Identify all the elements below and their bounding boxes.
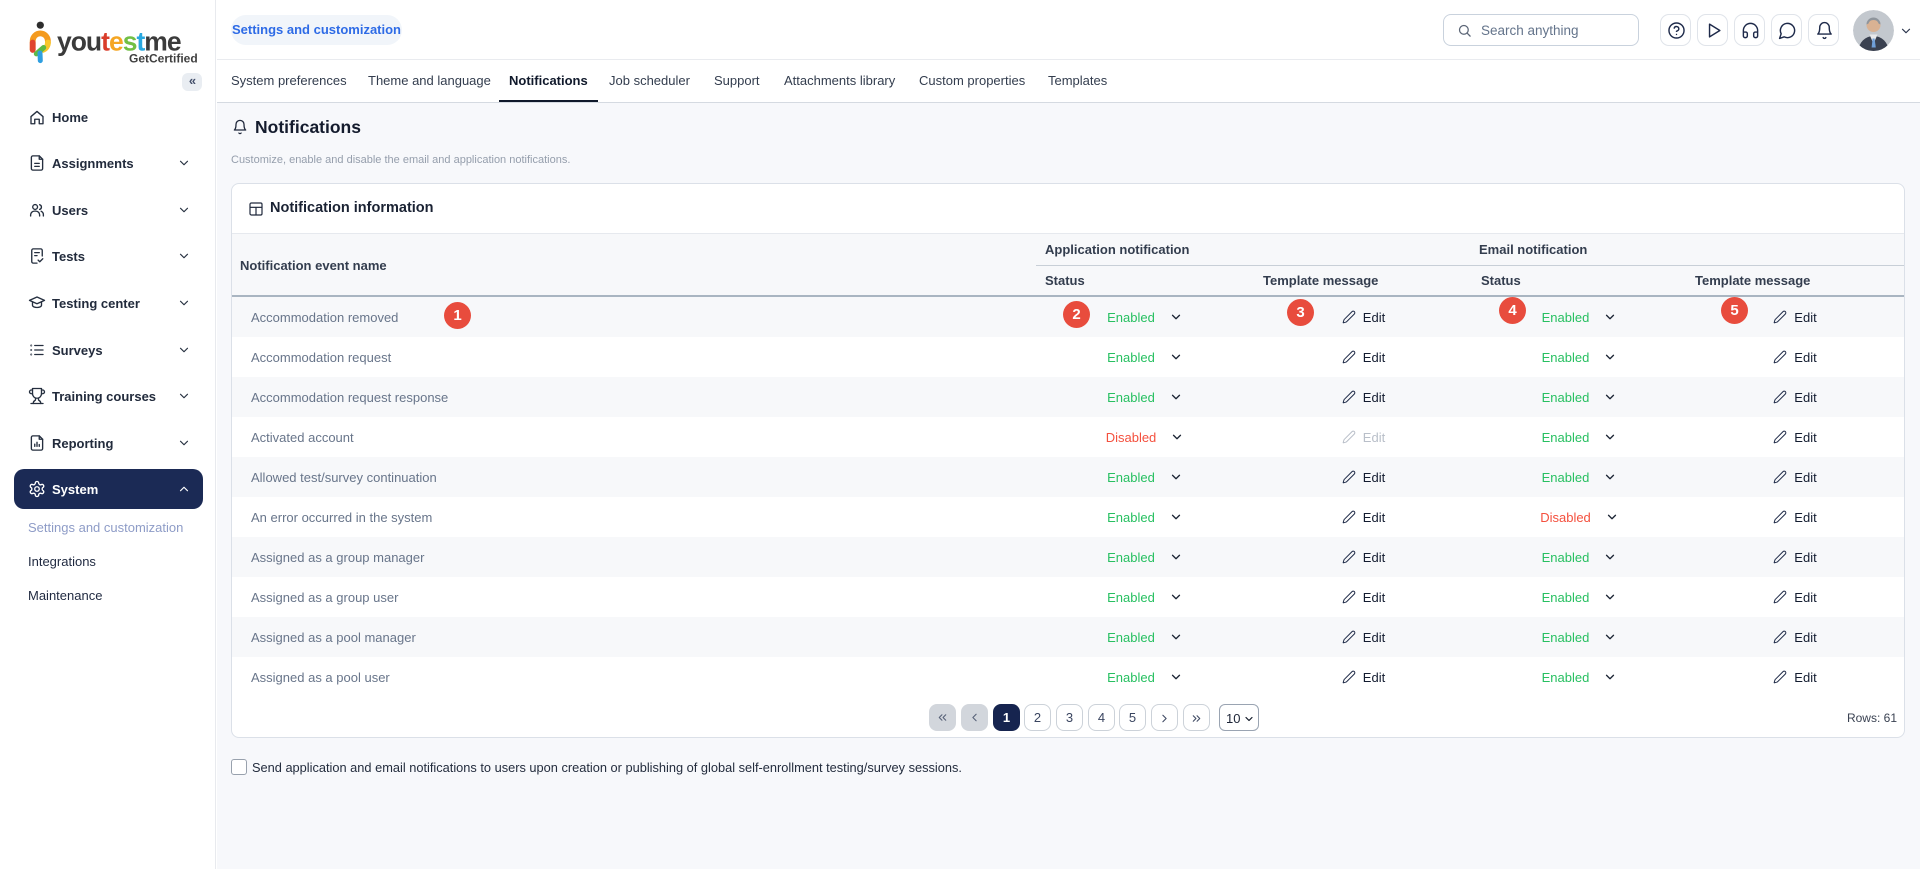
svg-text:GetCertified: GetCertified bbox=[129, 52, 198, 66]
